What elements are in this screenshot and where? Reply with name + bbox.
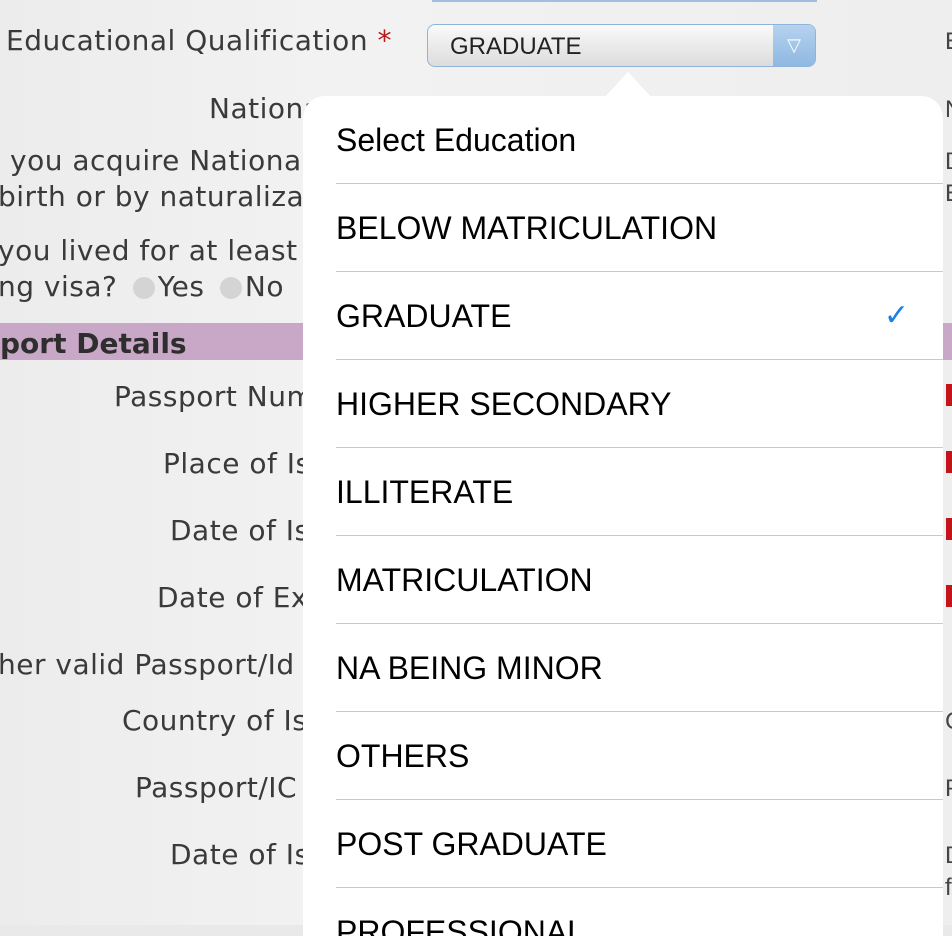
lived-question-line1: you lived for at least xyxy=(0,234,298,267)
option-label: GRADUATE xyxy=(336,298,512,334)
edge-letter: D xyxy=(945,148,952,176)
no-label: No xyxy=(244,270,284,303)
education-select-value: GRADUATE xyxy=(450,33,582,60)
option-label: NA BEING MINOR xyxy=(336,650,603,686)
option-label: ILLITERATE xyxy=(336,474,514,510)
required-marker xyxy=(946,384,952,406)
passport-number-label: Passport Num xyxy=(114,380,315,413)
option-post-graduate[interactable]: POST GRADUATE xyxy=(336,800,943,888)
section-title: port Details xyxy=(0,327,187,360)
edge-letter: C xyxy=(945,708,952,736)
no-radio[interactable] xyxy=(219,277,242,299)
required-star: * xyxy=(377,24,392,57)
required-marker xyxy=(946,451,952,473)
other-passport-label: her valid Passport/Id xyxy=(0,648,295,681)
option-label: HIGHER SECONDARY xyxy=(336,386,672,422)
chevron-down-icon: ▽ xyxy=(773,25,815,66)
lived-question-line2: ng visa? Yes No xyxy=(0,270,284,303)
acquire-nationality-line2: birth or by naturalizat xyxy=(0,180,316,213)
education-popover: Select Education BELOW MATRICULATION GRA… xyxy=(303,96,943,936)
checkmark-icon: ✓ xyxy=(883,299,909,332)
option-matriculation[interactable]: MATRICULATION xyxy=(336,536,943,624)
yes-radio[interactable] xyxy=(132,277,155,299)
option-graduate[interactable]: GRADUATE ✓ xyxy=(336,272,943,360)
popover-title: Select Education xyxy=(336,96,943,184)
option-label: OTHERS xyxy=(336,738,470,774)
option-below-matriculation[interactable]: BELOW MATRICULATION xyxy=(336,184,943,272)
edge-letter: f xyxy=(945,874,952,901)
option-label: POST GRADUATE xyxy=(336,826,607,862)
edge-letter: P xyxy=(945,775,952,803)
option-higher-secondary[interactable]: HIGHER SECONDARY xyxy=(336,360,943,448)
acquire-nationality-line1: you acquire Nationa xyxy=(10,144,302,177)
edge-letter: N xyxy=(945,96,952,124)
required-marker xyxy=(946,518,952,540)
country-of-issue-label: Country of Is xyxy=(122,704,308,737)
option-illiterate[interactable]: ILLITERATE xyxy=(336,448,943,536)
edge-letter: D xyxy=(945,842,952,870)
place-of-issue-label: Place of Is xyxy=(163,447,311,480)
passport-ic-label: Passport/IC xyxy=(135,771,298,804)
education-label-text: Educational Qualification xyxy=(6,24,369,57)
date-of-expiry-label: Date of Ex xyxy=(157,581,308,614)
popover-caret xyxy=(604,72,652,98)
previous-field-border xyxy=(432,0,817,2)
required-marker xyxy=(946,585,952,607)
option-others[interactable]: OTHERS xyxy=(336,712,943,800)
edge-letter: E xyxy=(945,180,952,208)
education-field-label: Educational Qualification * xyxy=(6,24,392,57)
option-na-being-minor[interactable]: NA BEING MINOR xyxy=(336,624,943,712)
option-professional[interactable]: PROFESSIONAL xyxy=(336,888,943,936)
option-label: PROFESSIONAL xyxy=(336,914,585,936)
yes-label: Yes xyxy=(157,270,205,303)
date-of-issue-label: Date of Is xyxy=(170,514,310,547)
date-of-issue-2-label: Date of Is xyxy=(170,838,310,871)
edge-letter: E xyxy=(945,28,952,56)
education-select[interactable]: GRADUATE ▽ xyxy=(427,24,816,67)
option-label: MATRICULATION xyxy=(336,562,593,598)
option-label: BELOW MATRICULATION xyxy=(336,210,718,246)
lived-question-text: ng visa? xyxy=(0,270,118,303)
